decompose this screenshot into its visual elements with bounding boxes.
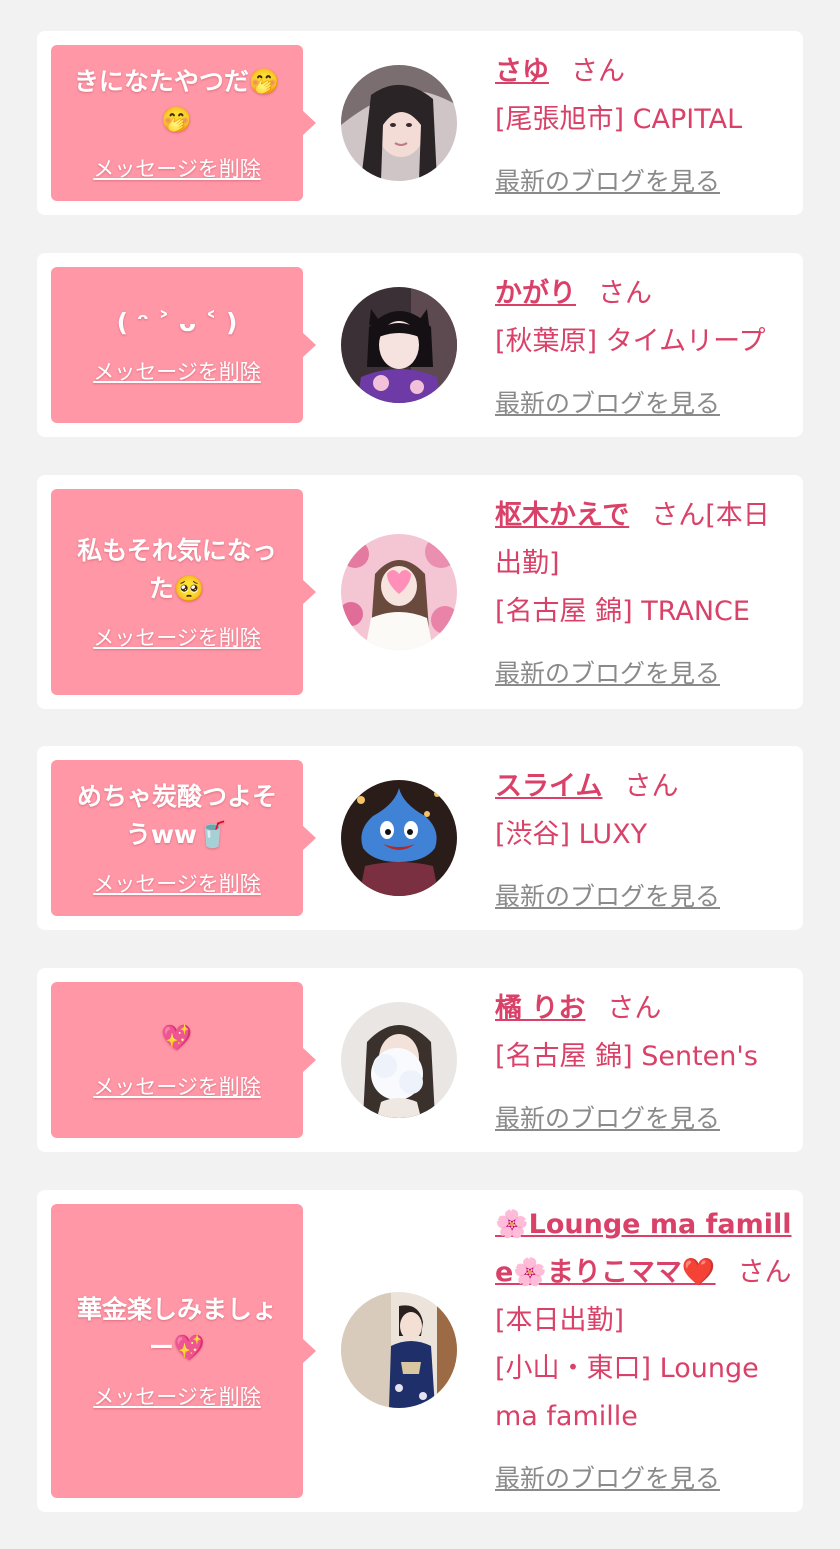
delete-message-link[interactable]: メッセージを削除 [93, 356, 261, 386]
message-bubble: めちゃ炭酸つよそうww🥤 メッセージを削除 [51, 760, 316, 916]
cast-name-link[interactable]: さゆ [495, 56, 549, 87]
message-bubble: 華金楽しみましょー💖 メッセージを削除 [51, 1204, 316, 1498]
honorific: さん [624, 771, 679, 802]
cast-info: かがり さん [秋葉原] タイムリープ 最新のブログを見る [495, 270, 795, 428]
latest-blog-link[interactable]: 最新のブログを見る [495, 1455, 720, 1503]
message-card: 華金楽しみましょー💖 メッセージを削除 🌸Lounge ma famille🌸ま… [37, 1190, 803, 1512]
message-text: 💖 [161, 1023, 193, 1052]
avatar-photo-woman-navy-kimono-icon [341, 1292, 457, 1408]
cast-info: 橘 りお さん [名古屋 錦] Senten's 最新のブログを見る [495, 985, 795, 1143]
avatar[interactable] [341, 534, 457, 650]
honorific: さん [607, 993, 662, 1024]
avatar[interactable] [341, 287, 457, 403]
delete-message-link[interactable]: メッセージを削除 [93, 153, 261, 183]
delete-message-link[interactable]: メッセージを削除 [93, 622, 261, 652]
cast-name-line: スライム さん [495, 763, 795, 811]
avatar-photo-woman-cherry-blossoms-icon [341, 534, 457, 650]
cast-info: さゆ さん [尾張旭市] CAPITAL 最新のブログを見る [495, 48, 795, 206]
cast-info: 🌸Lounge ma famille🌸まりこママ❤️ さん[本日出勤] [小山・東… [495, 1201, 795, 1503]
cast-name-link[interactable]: スライム [495, 771, 602, 802]
message-bubble: 私もそれ気になった🥺 メッセージを削除 [51, 489, 316, 695]
shop-label: [名古屋 錦] TRANCE [495, 596, 750, 627]
cast-name-line: 枢木かえで さん[本日出勤] [495, 492, 795, 588]
message-bubble: 💖 メッセージを削除 [51, 982, 316, 1138]
message-card: きになたやつだ🤭🤭 メッセージを削除 さゆ さん [尾張旭市] CAPITAL 最… [37, 31, 803, 215]
shop-label: [秋葉原] タイムリープ [495, 326, 766, 357]
cast-name-link[interactable]: 枢木かえで [495, 500, 629, 531]
cast-info: 枢木かえで さん[本日出勤] [名古屋 錦] TRANCE 最新のブログを見る [495, 492, 795, 698]
avatar[interactable] [341, 1002, 457, 1118]
message-card: ( ᵔ ˃ ᴗ ˂ ) メッセージを削除 かがり さん [秋葉原] タイムリープ … [37, 253, 803, 437]
avatar-photo-woman-blurred-face-icon [341, 1002, 457, 1118]
shop-label: [渋谷] LUXY [495, 819, 648, 850]
message-text: 私もそれ気になった🥺 [77, 536, 277, 603]
message-text: ( ᵔ ˃ ᴗ ˂ ) [116, 308, 238, 337]
latest-blog-link[interactable]: 最新のブログを見る [495, 1095, 720, 1143]
latest-blog-link[interactable]: 最新のブログを見る [495, 380, 720, 428]
cast-name-line: かがり さん [495, 270, 795, 318]
honorific: さん [598, 278, 652, 309]
message-bubble: きになたやつだ🤭🤭 メッセージを削除 [51, 45, 316, 201]
message-bubble: ( ᵔ ˃ ᴗ ˂ ) メッセージを削除 [51, 267, 316, 423]
shop-label: [小山・東口] Lounge ma famille [495, 1353, 759, 1432]
message-card: めちゃ炭酸つよそうww🥤 メッセージを削除 スライム さん [渋谷] LUXY … [37, 746, 803, 930]
favorite-messages-list: きになたやつだ🤭🤭 メッセージを削除 さゆ さん [尾張旭市] CAPITAL 最… [0, 0, 840, 1549]
message-card: 私もそれ気になった🥺 メッセージを削除 枢木かえで さん[本日出勤] [名古屋 錦… [37, 475, 803, 709]
message-text: きになたやつだ🤭🤭 [73, 67, 281, 134]
message-text: めちゃ炭酸つよそうww🥤 [76, 782, 277, 849]
message-text: 華金楽しみましょー💖 [76, 1295, 277, 1362]
latest-blog-link[interactable]: 最新のブログを見る [495, 650, 720, 698]
avatar-photo-woman-selfie-icon [341, 65, 457, 181]
honorific: さん [571, 56, 625, 87]
avatar-photo-blue-slime-costume-icon [341, 780, 457, 896]
latest-blog-link[interactable]: 最新のブログを見る [495, 158, 720, 206]
cast-info: スライム さん [渋谷] LUXY 最新のブログを見る [495, 763, 795, 921]
cast-name-link[interactable]: 橘 りお [495, 993, 585, 1024]
delete-message-link[interactable]: メッセージを削除 [93, 1381, 261, 1411]
shop-label: [尾張旭市] CAPITAL [495, 104, 743, 135]
delete-message-link[interactable]: メッセージを削除 [93, 1071, 261, 1101]
cast-name-link[interactable]: かがり [495, 278, 576, 309]
shop-label: [名古屋 錦] Senten's [495, 1041, 758, 1072]
avatar[interactable] [341, 780, 457, 896]
cast-name-line: 橘 りお さん [495, 985, 795, 1033]
delete-message-link[interactable]: メッセージを削除 [93, 868, 261, 898]
cast-name-line: さゆ さん [495, 48, 795, 96]
cast-name-line: 🌸Lounge ma famille🌸まりこママ❤️ さん[本日出勤] [495, 1201, 795, 1345]
avatar[interactable] [341, 65, 457, 181]
avatar-photo-woman-purple-kimono-icon [341, 287, 457, 403]
avatar[interactable] [341, 1292, 457, 1408]
latest-blog-link[interactable]: 最新のブログを見る [495, 873, 720, 921]
message-card: 💖 メッセージを削除 橘 りお さん [名古屋 錦] Senten's 最新のブロ… [37, 968, 803, 1152]
